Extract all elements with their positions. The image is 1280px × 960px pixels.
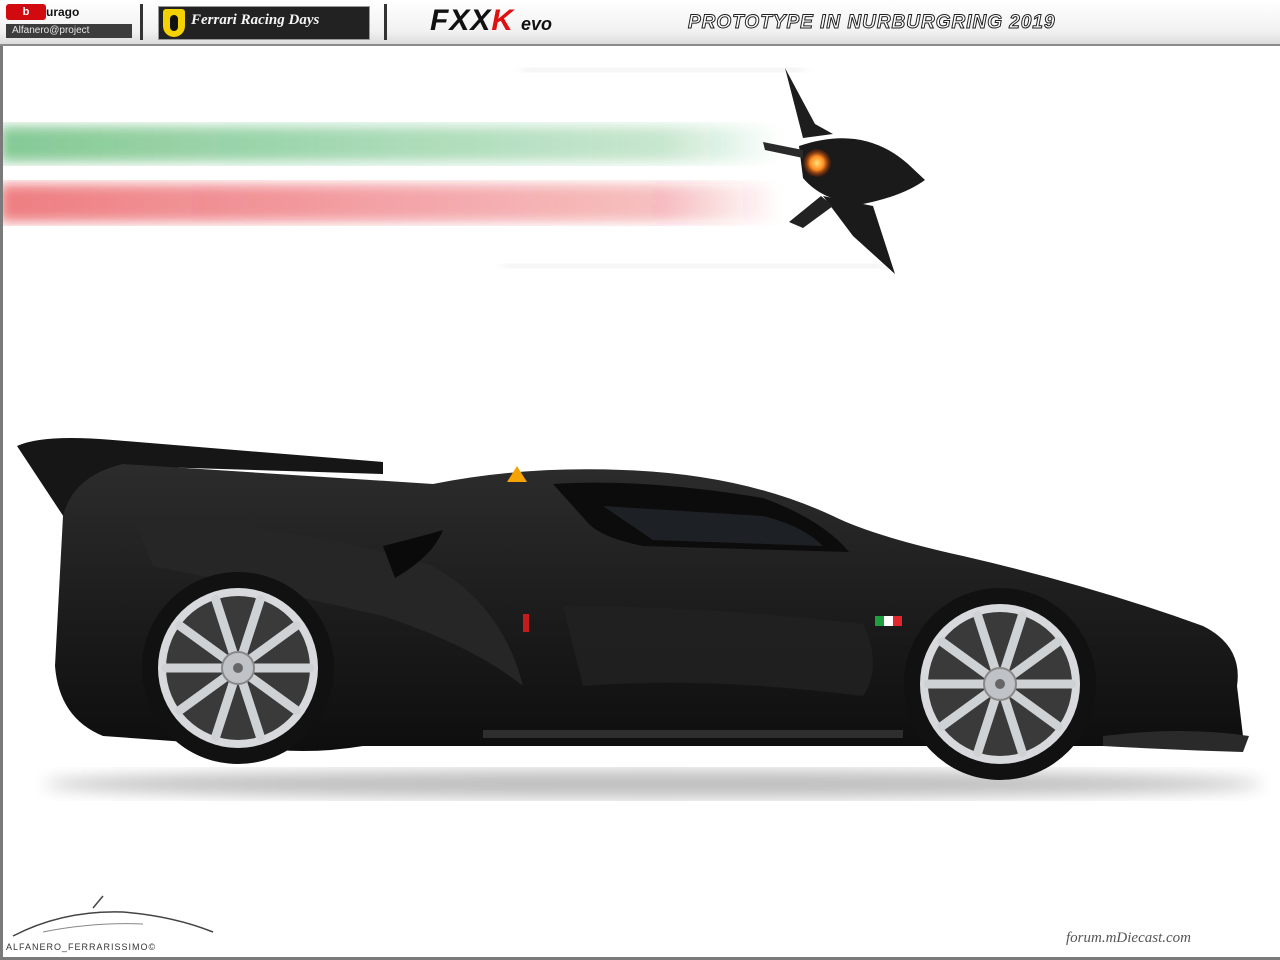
page-title: FXXK evo xyxy=(430,4,552,38)
header-divider xyxy=(140,4,143,40)
photo-scene xyxy=(3,46,1280,957)
red-smoke-trail xyxy=(3,184,780,222)
burago-badge: b xyxy=(6,4,46,20)
burago-word: urago xyxy=(46,5,80,19)
title-subtitle: PROTOTYPE IN NURBURGRING 2019 xyxy=(688,12,1056,34)
scene-illustration xyxy=(3,68,1263,937)
site-watermark: forum.mDiecast.com xyxy=(1066,930,1191,946)
side-skirt xyxy=(483,730,903,738)
burago-logo: b urago Alfanero@project xyxy=(6,4,132,40)
vapor-trail xyxy=(503,264,883,268)
car-shadow xyxy=(43,770,1263,798)
event-label: Ferrari Racing Days xyxy=(191,12,320,28)
title-k: K xyxy=(491,4,514,37)
afterburner-flame xyxy=(803,149,831,177)
title-banner: b urago Alfanero@project Ferrari Racing … xyxy=(0,0,1280,46)
header-divider xyxy=(384,4,387,40)
rear-wheel xyxy=(142,572,334,764)
rear-reflector xyxy=(523,614,529,632)
front-wheel xyxy=(904,588,1096,780)
italian-flag-decal xyxy=(875,616,884,626)
front-splitter xyxy=(1103,731,1249,752)
signature-text: ALFANERO_FERRARISSIMO© xyxy=(6,942,157,952)
fighter-jet xyxy=(763,68,925,274)
ferrari-shield-icon xyxy=(163,9,185,37)
green-smoke-trail xyxy=(3,126,780,162)
title-evo: evo xyxy=(521,14,553,34)
title-model: FXX xyxy=(430,4,492,37)
project-tag: Alfanero@project xyxy=(6,24,132,38)
ferrari-racing-days-badge: Ferrari Racing Days xyxy=(158,6,370,40)
vapor-trail xyxy=(523,68,803,72)
smoke-trails xyxy=(3,68,883,268)
signature-car-logo xyxy=(12,895,214,937)
